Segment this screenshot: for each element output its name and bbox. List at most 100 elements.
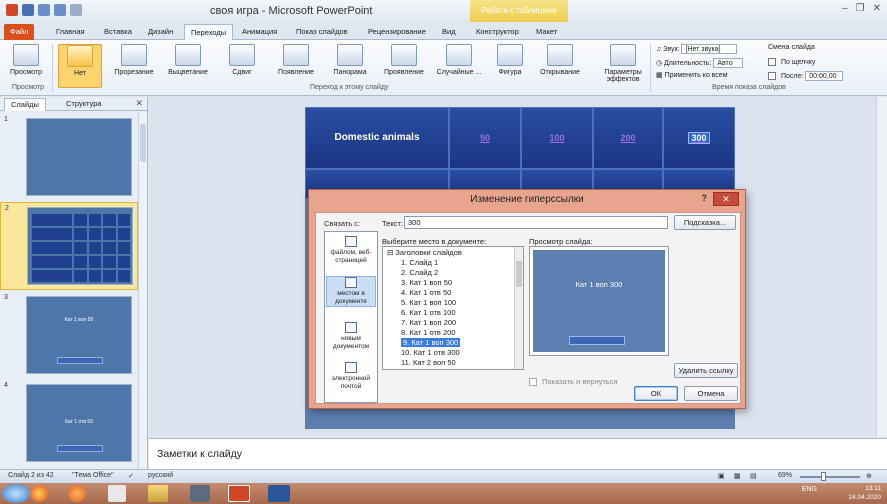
tab-slideshow[interactable]: Показ слайдов <box>290 24 354 40</box>
value-cell-50[interactable]: 50 <box>449 107 521 169</box>
value-cell-300[interactable]: 300 <box>663 107 735 169</box>
display-text-input[interactable]: 300 <box>404 216 668 229</box>
link-type-email[interactable]: электронной почтой <box>326 362 376 391</box>
screentip-button[interactable]: Подсказка... <box>674 215 736 230</box>
cancel-button[interactable]: Отмена <box>684 386 738 401</box>
file-explorer-icon[interactable] <box>148 485 168 502</box>
transition-random-bars[interactable]: Случайные ... <box>434 44 484 76</box>
tree-scrollbar[interactable] <box>514 247 523 369</box>
transition-shape[interactable]: Фигура <box>488 44 532 76</box>
zoom-slider[interactable] <box>800 476 860 478</box>
sound-combo[interactable]: [Нет звука] <box>681 44 738 54</box>
tab-slides[interactable]: Слайды <box>4 98 46 111</box>
tab-table-layout[interactable]: Макет <box>530 24 563 40</box>
spellcheck-icon[interactable]: ✓ <box>128 472 134 480</box>
transition-pan[interactable]: Панорама <box>328 44 372 76</box>
value-cell-100[interactable]: 100 <box>521 107 593 169</box>
language-indicator[interactable]: русский <box>148 472 173 479</box>
tab-table-design[interactable]: Конструктор <box>470 24 525 40</box>
slide-thumb-3[interactable]: 3 Кат 1 воп 50 <box>0 292 138 380</box>
tree-item[interactable]: 6. Кат 1 отв 100 <box>401 308 456 318</box>
after-time-spinner[interactable]: 00:00,00 <box>805 71 844 81</box>
tab-insert[interactable]: Вставка <box>98 24 138 40</box>
transition-reveal[interactable]: Проявление <box>382 44 426 76</box>
help-icon[interactable]: ? <box>702 193 708 203</box>
category-cell[interactable]: Domestic animals <box>305 107 449 169</box>
normal-view-icon[interactable]: ▣ <box>718 472 725 480</box>
windows-taskbar: ENG 13:11 24.04.2020 <box>0 483 887 504</box>
transition-wipe[interactable]: Появление <box>274 44 318 76</box>
sorter-view-icon[interactable]: ▦ <box>734 472 741 480</box>
notes-pane[interactable]: Заметки к слайду <box>149 438 887 469</box>
tree-item[interactable]: 3. Кат 1 воп 50 <box>401 278 452 288</box>
zoom-slider-thumb[interactable] <box>821 472 826 481</box>
show-and-return-checkbox[interactable]: Показать и вернуться <box>529 377 618 387</box>
duration-control[interactable]: ◷ Длительность: Авто <box>656 58 744 68</box>
minimize-icon[interactable]: – <box>842 3 848 14</box>
tree-item[interactable]: 4. Кат 1 отв 50 <box>401 288 451 298</box>
slides-pane-scrollbar[interactable] <box>138 112 147 469</box>
ok-button[interactable]: ОК <box>634 386 678 401</box>
slide-scrollbar[interactable] <box>876 97 887 437</box>
effect-options-button[interactable]: Параметры эффектов <box>598 44 648 83</box>
chrome-icon[interactable] <box>30 485 48 502</box>
tree-item[interactable]: 5. Кат 1 воп 100 <box>401 298 456 308</box>
notes-placeholder: Заметки к слайду <box>157 448 243 460</box>
reading-view-icon[interactable]: ▤ <box>750 472 757 480</box>
link-type-new-document[interactable]: новым документом <box>326 322 376 351</box>
close-window-icon[interactable]: ✕ <box>873 3 881 14</box>
tree-root[interactable]: ⊟ Заголовки слайдов <box>387 248 462 258</box>
remove-link-button[interactable]: Удалить ссылку <box>674 363 738 378</box>
after-checkbox[interactable]: После: 00:00,00 <box>768 71 844 81</box>
preview-button[interactable]: Просмотр <box>4 44 48 76</box>
tab-view[interactable]: Вид <box>436 24 462 40</box>
undo-icon[interactable] <box>38 4 50 16</box>
tree-item-selected[interactable]: 9. Кат 1 воп 300 <box>401 338 461 348</box>
restore-icon[interactable]: ❐ <box>856 3 865 14</box>
on-click-checkbox[interactable]: По щелчку <box>768 58 815 66</box>
link-type-file-web[interactable]: файлом, веб-страницей <box>326 236 376 265</box>
customize-toolbar-icon[interactable] <box>70 4 82 16</box>
slide-thumb-2[interactable]: 2 <box>0 202 138 290</box>
tree-item[interactable]: 2. Слайд 2 <box>401 268 438 278</box>
duration-spinner[interactable]: Авто <box>713 58 744 68</box>
sound-control[interactable]: ♫ Звук: [Нет звука] <box>656 44 738 54</box>
tree-item[interactable]: 8. Кат 1 отв 200 <box>401 328 456 338</box>
yandex-browser-icon[interactable] <box>108 485 126 502</box>
taskbar-clock[interactable]: 13:11 24.04.2020 <box>848 484 881 502</box>
media-player-icon[interactable] <box>190 485 210 502</box>
tab-animation[interactable]: Анимация <box>236 24 283 40</box>
tab-review[interactable]: Рецензирование <box>362 24 432 40</box>
zoom-in-icon[interactable]: ⊕ <box>866 472 872 480</box>
tab-design[interactable]: Дизайн <box>142 24 179 40</box>
tree-item[interactable]: 7. Кат 1 воп 200 <box>401 318 456 328</box>
document-place-tree[interactable]: ⊟ Заголовки слайдов 1. Слайд 1 2. Слайд … <box>382 246 524 370</box>
word-taskbar-icon[interactable] <box>268 485 290 502</box>
zoom-level[interactable]: 69% <box>778 472 792 479</box>
keyboard-language[interactable]: ENG <box>802 486 817 493</box>
transition-none[interactable]: Нет <box>58 44 102 88</box>
tab-home[interactable]: Главная <box>50 24 91 40</box>
redo-icon[interactable] <box>54 4 66 16</box>
transition-cut[interactable]: Прорезание <box>112 44 156 76</box>
tab-outline[interactable]: Структура <box>60 98 108 111</box>
tab-transitions[interactable]: Переходы <box>184 24 234 40</box>
slide-thumb-1[interactable]: 1 <box>0 114 138 202</box>
opera-icon[interactable] <box>68 485 86 502</box>
apply-all-button[interactable]: ▦ Применить ко всем <box>656 71 728 79</box>
value-cell-200[interactable]: 200 <box>593 107 663 169</box>
transition-push[interactable]: Сдвиг <box>220 44 264 76</box>
tree-item[interactable]: 11. Кат 2 воп 50 <box>401 358 456 368</box>
tab-file[interactable]: Файл <box>4 24 35 40</box>
start-button-icon[interactable] <box>2 484 30 503</box>
save-icon[interactable] <box>22 4 34 16</box>
transition-uncover[interactable]: Открывание <box>538 44 582 76</box>
transition-fade[interactable]: Выцветание <box>166 44 210 76</box>
link-type-place-in-document[interactable]: местом в документе <box>326 276 376 307</box>
slide-thumb-4[interactable]: 4 Кат 1 отв 50 <box>0 380 138 468</box>
close-pane-icon[interactable]: ✕ <box>135 98 143 109</box>
powerpoint-taskbar-icon[interactable] <box>228 485 250 502</box>
dialog-close-button[interactable]: ✕ <box>713 192 739 206</box>
tree-item[interactable]: 1. Слайд 1 <box>401 258 438 268</box>
tree-item[interactable]: 10. Кат 1 отв 300 <box>401 348 460 358</box>
